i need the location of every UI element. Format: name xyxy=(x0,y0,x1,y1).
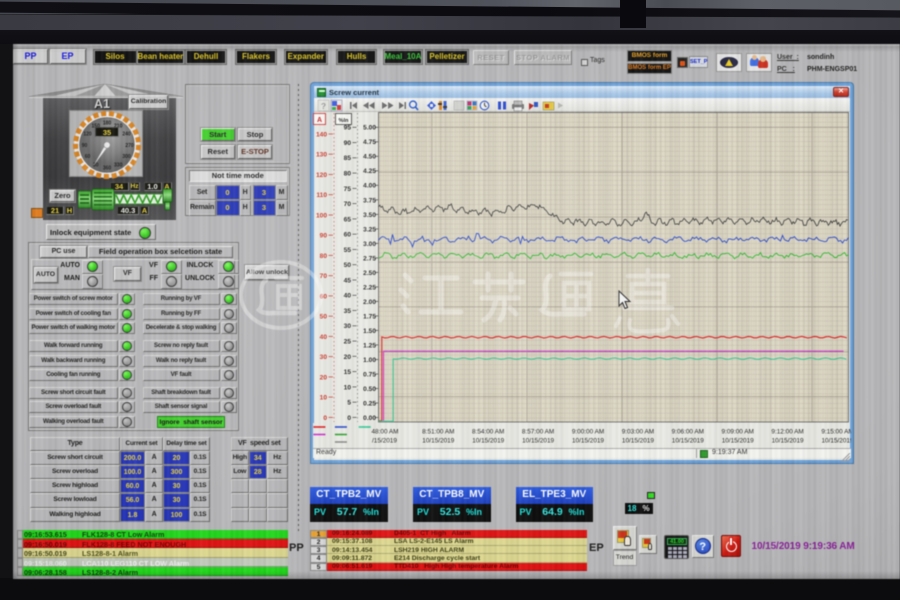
svg-text:10/15/2019: 10/15/2019 xyxy=(822,438,852,445)
svg-text:65: 65 xyxy=(344,216,352,223)
svg-text:10: 10 xyxy=(344,384,352,391)
svg-text:30: 30 xyxy=(320,354,328,361)
svg-text:10/15/2019: 10/15/2019 xyxy=(772,438,804,445)
svg-text:0.25: 0.25 xyxy=(363,400,376,407)
svg-text:90: 90 xyxy=(81,142,87,148)
svg-text:0: 0 xyxy=(347,415,351,422)
svg-text:10/15/2019: 10/15/2019 xyxy=(572,438,604,445)
svg-text:10/15/2019: 10/15/2019 xyxy=(422,438,454,445)
svg-text:10/15/2019: 10/15/2019 xyxy=(622,438,654,445)
svg-text:10/15/2019: 10/15/2019 xyxy=(472,438,504,445)
svg-text:60: 60 xyxy=(84,154,90,160)
svg-text:9:03:00 AM: 9:03:00 AM xyxy=(622,429,654,436)
svg-text:1.25: 1.25 xyxy=(363,342,376,349)
svg-text:9:15:00 AM: 9:15:00 AM xyxy=(821,429,851,436)
svg-text:70: 70 xyxy=(344,201,352,208)
svg-text:30: 30 xyxy=(93,162,99,168)
svg-text:3.50: 3.50 xyxy=(363,212,376,219)
svg-text:8:57:00 AM: 8:57:00 AM xyxy=(522,429,554,436)
svg-text:3.75: 3.75 xyxy=(363,197,376,204)
svg-text:20: 20 xyxy=(344,354,352,361)
svg-text:0: 0 xyxy=(323,415,327,422)
svg-text:240: 240 xyxy=(122,131,131,137)
svg-text:5.00: 5.00 xyxy=(363,125,376,132)
svg-text:95: 95 xyxy=(344,125,352,132)
svg-text:9:09:00 AM: 9:09:00 AM xyxy=(722,429,754,436)
svg-text:90: 90 xyxy=(320,233,328,240)
svg-text:130: 130 xyxy=(316,152,327,159)
svg-text:120: 120 xyxy=(316,172,327,179)
svg-text:85: 85 xyxy=(344,155,352,162)
svg-text:120: 120 xyxy=(83,131,92,137)
svg-text:9:12:00 AM: 9:12:00 AM xyxy=(771,429,803,436)
svg-text:4.75: 4.75 xyxy=(363,139,376,146)
svg-text:4.50: 4.50 xyxy=(363,154,376,161)
svg-text:330: 330 xyxy=(114,162,123,168)
svg-text:1.00: 1.00 xyxy=(363,357,376,364)
svg-text:48:00 AM: 48:00 AM xyxy=(372,429,399,436)
svg-text:9:00:00 AM: 9:00:00 AM xyxy=(572,429,604,436)
svg-text:90: 90 xyxy=(344,140,352,147)
svg-text:8:51:00 AM: 8:51:00 AM xyxy=(422,429,454,436)
svg-text:3.25: 3.25 xyxy=(363,226,376,233)
svg-text:15: 15 xyxy=(344,369,352,376)
svg-text:4.00: 4.00 xyxy=(363,183,376,190)
svg-text:8:54:00 AM: 8:54:00 AM xyxy=(472,429,504,436)
svg-text:9:06:00 AM: 9:06:00 AM xyxy=(672,429,704,436)
svg-text:5: 5 xyxy=(347,400,351,407)
svg-text:0.00: 0.00 xyxy=(363,415,376,422)
svg-text:75: 75 xyxy=(344,186,352,193)
svg-text:?: ? xyxy=(321,101,326,111)
svg-text:A: A xyxy=(317,117,322,124)
svg-text:10: 10 xyxy=(320,395,328,402)
svg-text:3.00: 3.00 xyxy=(363,241,376,248)
svg-text:300: 300 xyxy=(122,154,131,160)
svg-text:10/15/2019: 10/15/2019 xyxy=(672,438,704,445)
svg-text:4.25: 4.25 xyxy=(363,168,376,175)
svg-text:110: 110 xyxy=(316,192,327,199)
svg-text:100: 100 xyxy=(316,212,327,219)
svg-text:10/15/2019: 10/15/2019 xyxy=(722,438,754,445)
svg-text:270: 270 xyxy=(125,142,134,148)
svg-text:360: 360 xyxy=(102,165,111,171)
svg-text:20: 20 xyxy=(320,374,328,381)
svg-text:0.75: 0.75 xyxy=(363,371,376,378)
svg-text:/15/2019: /15/2019 xyxy=(372,438,397,445)
svg-text:%In: %In xyxy=(339,118,350,124)
svg-text:60: 60 xyxy=(344,232,352,239)
svg-text:80: 80 xyxy=(344,171,352,178)
svg-text:140: 140 xyxy=(316,131,327,138)
svg-text:0.50: 0.50 xyxy=(363,386,376,393)
svg-text:10/15/2019: 10/15/2019 xyxy=(522,438,554,445)
svg-text:180: 180 xyxy=(102,120,111,126)
